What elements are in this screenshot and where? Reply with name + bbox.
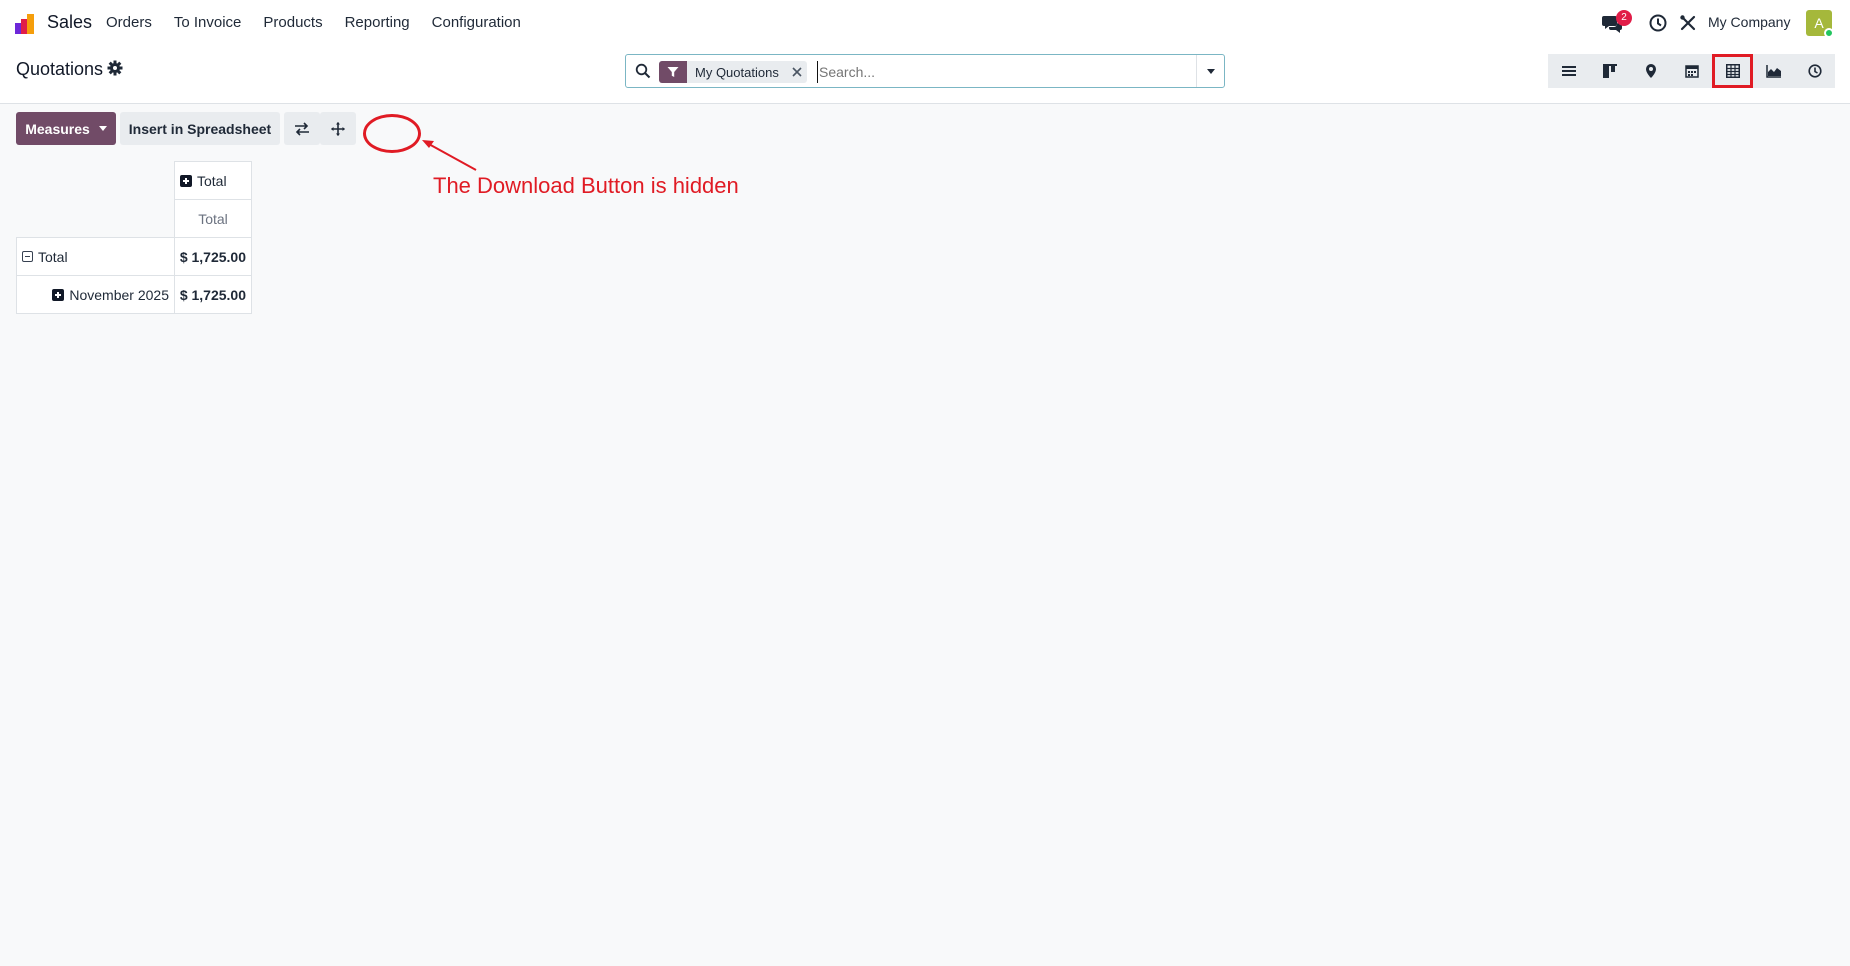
pivot-view-button[interactable] — [1712, 54, 1753, 88]
expand-icon — [52, 288, 65, 301]
arrows-expand-icon — [331, 121, 345, 136]
debug-tools-icon[interactable] — [1678, 13, 1698, 33]
measure-header-label: Total — [198, 210, 228, 227]
calendar-icon — [1684, 65, 1699, 78]
flip-axis-button[interactable] — [284, 112, 320, 145]
menu-item-reporting[interactable]: Reporting — [334, 13, 421, 33]
annotation-text: The Download Button is hidden — [433, 173, 739, 198]
filter-icon — [659, 61, 687, 83]
map-icon — [1645, 64, 1656, 78]
app-name[interactable]: Sales — [47, 12, 92, 33]
expand-icon — [180, 174, 192, 187]
collapse-icon — [22, 251, 33, 262]
activity-view-button[interactable] — [1794, 54, 1835, 88]
list-view-button[interactable] — [1548, 54, 1589, 88]
measures-button[interactable]: Measures — [16, 112, 116, 145]
list-icon — [1561, 66, 1576, 76]
close-icon[interactable] — [787, 61, 807, 83]
menu-item-products[interactable]: Products — [252, 13, 333, 33]
search-icon[interactable] — [635, 63, 651, 79]
menu-item-orders[interactable]: Orders — [95, 13, 163, 33]
menu-item-to-invoice[interactable]: To Invoice — [163, 13, 253, 33]
control-panel: Quotations My Quotations — [0, 46, 1850, 104]
search-input[interactable] — [817, 61, 1187, 83]
sales-app-icon[interactable] — [14, 11, 38, 35]
search-options-toggle[interactable] — [1196, 55, 1224, 87]
view-switcher — [1548, 54, 1835, 88]
annotation-arrow — [422, 140, 477, 171]
facet-label: My Quotations — [695, 64, 779, 80]
cell-value: $ 1,725.00 — [179, 248, 246, 265]
company-switcher[interactable]: My Company — [1708, 14, 1790, 30]
calendar-view-button[interactable] — [1671, 54, 1712, 88]
row-header-label: November 2025 — [69, 286, 169, 303]
col-header-label: Total — [197, 172, 227, 189]
pivot-row-header[interactable]: Total — [16, 237, 175, 276]
kanban-icon — [1602, 64, 1617, 78]
kanban-view-button[interactable] — [1589, 54, 1630, 88]
pivot-col-header[interactable]: Total — [174, 161, 252, 200]
map-view-button[interactable] — [1630, 54, 1671, 88]
menu-item-configuration[interactable]: Configuration — [421, 13, 532, 33]
expand-all-button[interactable] — [320, 112, 356, 145]
annotation-circle — [363, 114, 421, 153]
search-bar: My Quotations — [625, 54, 1225, 88]
top-navbar: Sales Orders To Invoice Products Reporti… — [0, 0, 1850, 46]
search-facet: My Quotations — [659, 61, 807, 83]
row-header-label: Total — [38, 248, 68, 265]
insert-in-spreadsheet-button[interactable]: Insert in Spreadsheet — [120, 112, 280, 145]
graph-icon — [1765, 65, 1781, 78]
pivot-icon — [1725, 64, 1740, 78]
measures-label: Measures — [25, 120, 90, 137]
online-status-dot — [1824, 28, 1834, 38]
caret-down-icon — [98, 126, 107, 131]
chevron-down-icon — [1206, 68, 1215, 74]
pivot-measure-header[interactable]: Total — [174, 199, 252, 238]
activity-icon — [1807, 64, 1822, 78]
pivot-value-cell[interactable]: $ 1,725.00 — [174, 275, 252, 314]
clock-icon[interactable] — [1648, 13, 1668, 33]
main-menu: Orders To Invoice Products Reporting Con… — [95, 13, 532, 33]
gear-icon[interactable] — [107, 60, 123, 76]
pivot-row-header[interactable]: November 2025 — [16, 275, 175, 314]
page-title: Quotations — [16, 59, 104, 79]
messages-count-badge: 2 — [1616, 10, 1632, 26]
exchange-icon — [295, 121, 309, 136]
pivot-value-cell[interactable]: $ 1,725.00 — [174, 237, 252, 276]
graph-view-button[interactable] — [1753, 54, 1794, 88]
cell-value: $ 1,725.00 — [179, 286, 246, 303]
